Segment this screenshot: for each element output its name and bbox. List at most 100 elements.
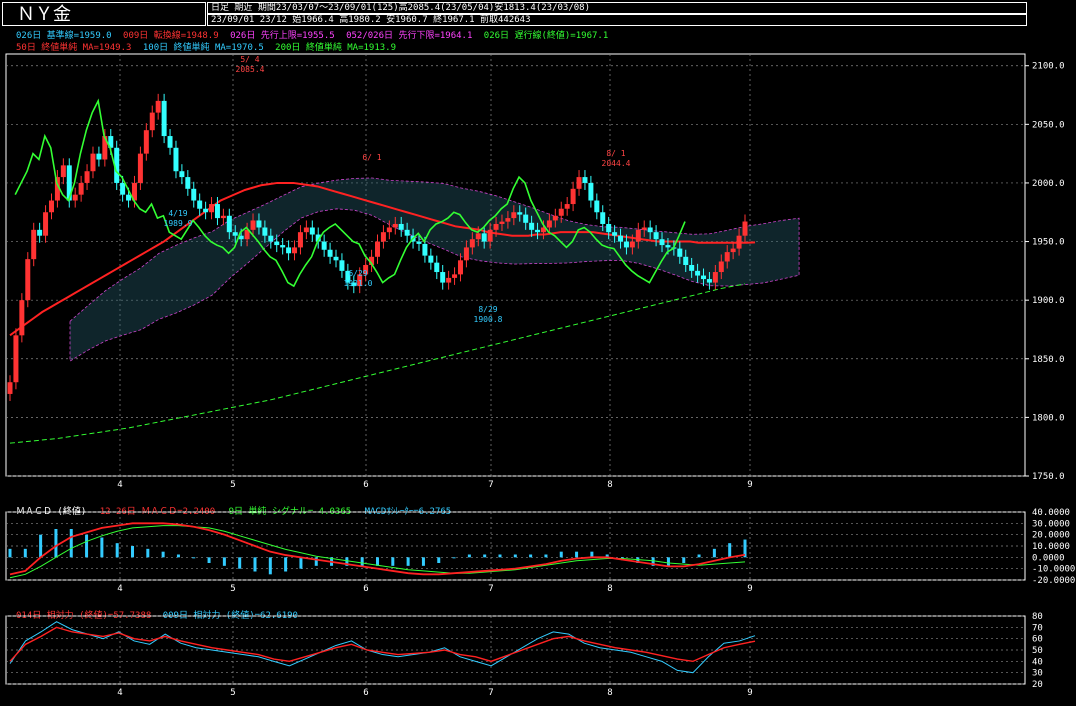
candle-body [594, 200, 600, 213]
macd-histogram-bar [222, 557, 226, 566]
rsi-y-tick-label: 40 [1032, 657, 1043, 667]
candle-body [546, 220, 552, 228]
candle-body [535, 229, 541, 233]
candle-body [505, 218, 511, 222]
price-y-tick-label: 1900.0 [1032, 296, 1065, 306]
macd-x-tick-label: 7 [488, 584, 493, 594]
candle-body [303, 227, 309, 233]
macd-histogram-bar [39, 534, 43, 558]
candle-body [161, 100, 167, 137]
rsi-x-tick-label: 6 [363, 688, 368, 698]
candle-body [13, 335, 19, 383]
candle-body [280, 245, 286, 248]
annotation-date: 6/ 1 [362, 153, 381, 162]
candle-body [386, 227, 392, 233]
candle-body [137, 153, 143, 183]
candle-body [457, 260, 463, 275]
candle-body [511, 212, 517, 219]
candle-body [446, 277, 452, 283]
candle-body [96, 153, 102, 160]
candle-body [422, 243, 428, 256]
macd-histogram-bar [360, 557, 364, 566]
price-x-tick-label: 8 [607, 480, 612, 490]
candle-body [31, 229, 37, 260]
candle-body [570, 188, 576, 205]
candle-body [90, 153, 96, 172]
price-y-tick-label: 1750.0 [1032, 472, 1065, 482]
candle-body [256, 220, 262, 228]
macd-histogram-bar [467, 554, 471, 558]
candle-body [416, 241, 422, 244]
candle-body [333, 256, 339, 261]
macd-histogram-bar [666, 557, 670, 566]
candle-body [499, 221, 505, 224]
candle-body [286, 247, 292, 254]
chart-canvas: 2100.0 2050.0 2000.0 1950.0 1900.0 1850.0 1800… [5, 53, 1075, 698]
price-y-tick-label: 2000.0 [1032, 179, 1065, 189]
candle-body [493, 223, 499, 230]
candle-body [606, 223, 612, 233]
price-y-tick-label: 1950.0 [1032, 238, 1065, 248]
candle-body [274, 241, 280, 246]
candle-body [724, 252, 730, 262]
macd-histogram-bar [69, 529, 73, 558]
price-y-tick-label: 1850.0 [1032, 355, 1065, 365]
candle-body [398, 223, 404, 230]
candle-body [209, 204, 215, 213]
annotation-value: 1931.0 [344, 279, 373, 288]
macd-x-tick-label: 6 [363, 584, 368, 594]
price-x-tick-label: 9 [747, 480, 752, 490]
rsi-x-tick-label: 8 [607, 688, 612, 698]
rsi-x-tick-label: 5 [230, 688, 235, 698]
macd-histogram-bar [544, 554, 548, 558]
price-y-tick-label: 2050.0 [1032, 120, 1065, 130]
candle-body [576, 177, 582, 189]
rsi-x-tick-label: 4 [117, 688, 122, 698]
candle-body [469, 239, 475, 248]
annotation-value: 2044.4 [602, 159, 631, 168]
rsi-x-tick-label: 7 [488, 688, 493, 698]
annotation-date: 5/ 4 [240, 55, 259, 64]
macd-histogram-bar [268, 557, 272, 575]
candle-body [582, 177, 588, 183]
candle-body [623, 241, 629, 248]
macd-histogram-bar [161, 551, 165, 558]
macd-histogram-bar [376, 557, 379, 566]
candle-body [149, 112, 155, 131]
candle-body [268, 235, 274, 242]
candle-body [7, 382, 13, 394]
candle-body [588, 182, 594, 201]
price-y-tick-label: 2100.0 [1032, 62, 1065, 72]
candle-body [392, 223, 398, 228]
candle-body [683, 256, 689, 265]
candle-body [197, 200, 203, 209]
macd-histogram-bar [284, 557, 288, 572]
candle-body [629, 241, 635, 248]
macd-histogram-bar [85, 534, 89, 558]
candle-body [730, 248, 736, 253]
annotation-date: 8/ 1 [606, 149, 625, 158]
candle-body [173, 147, 179, 172]
macd-histogram-bar [437, 557, 441, 563]
macd-y-tick-label: 30.0000 [1032, 519, 1070, 529]
candle-body [618, 235, 624, 242]
candle-body [517, 212, 523, 215]
candle-body [179, 171, 185, 178]
macd-histogram-bar [23, 548, 27, 558]
candle-body [440, 272, 446, 283]
annotation-date: 4/19 [168, 209, 187, 218]
macd-y-tick-label: 10.0000 [1032, 542, 1070, 552]
candle-body [404, 229, 410, 236]
candle-body [60, 165, 66, 178]
macd-x-tick-label: 5 [230, 584, 235, 594]
candle-body [203, 208, 209, 213]
candle-body [72, 194, 78, 201]
candle-body [742, 221, 748, 236]
candle-body [297, 232, 303, 248]
candle-body [78, 182, 84, 195]
candle-body [558, 208, 564, 216]
rsi-y-tick-label: 30 [1032, 669, 1043, 679]
price-y-tick-label: 1800.0 [1032, 413, 1065, 423]
candle-body [185, 177, 191, 189]
annotation-value: 2085.4 [236, 65, 265, 74]
